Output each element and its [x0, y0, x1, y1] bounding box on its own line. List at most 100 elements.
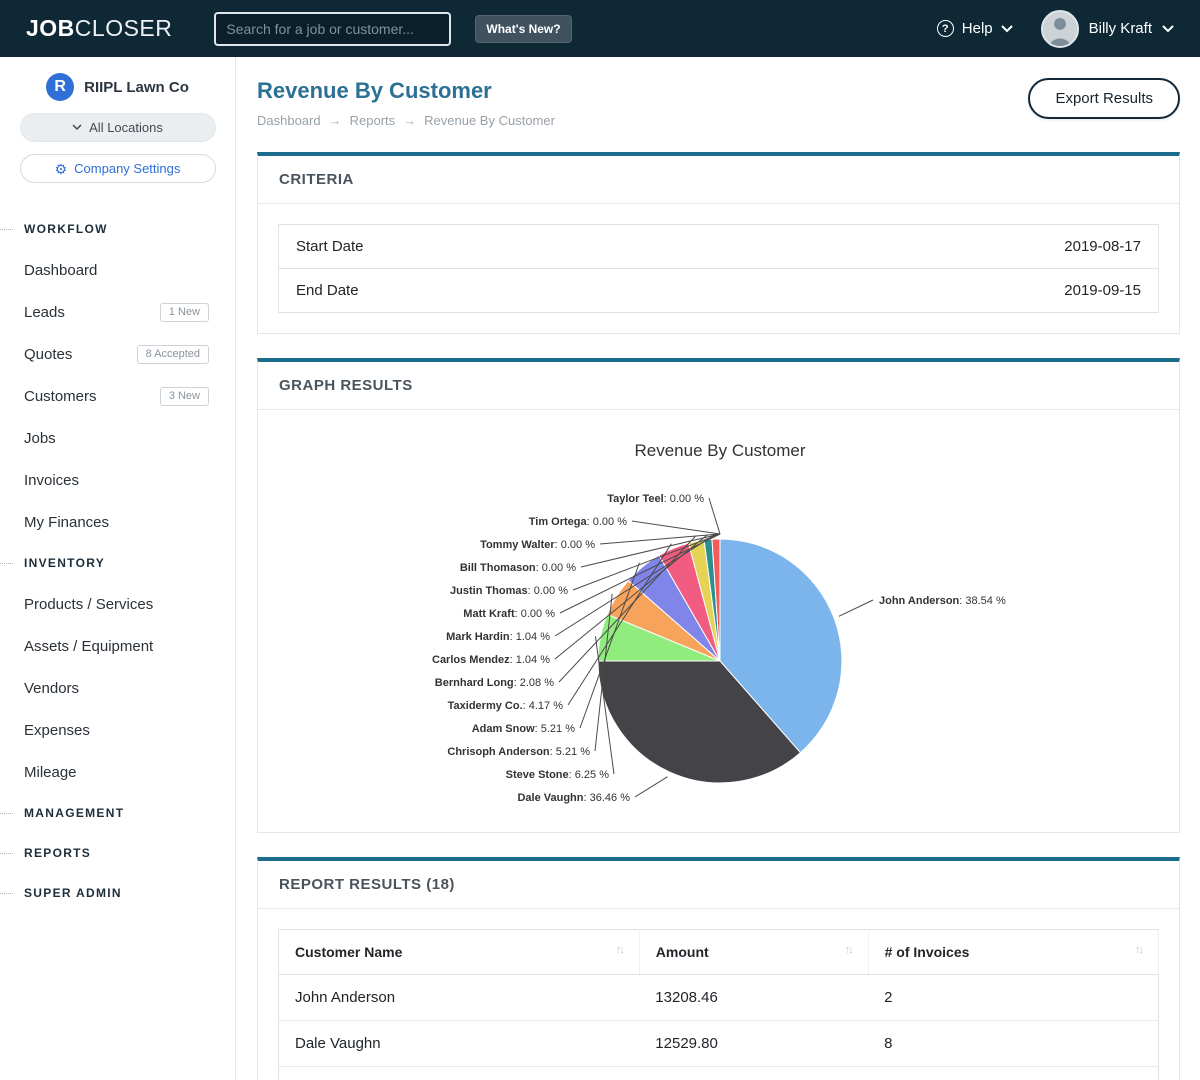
column-header-customer-name[interactable]: Customer Name ↑↓	[279, 930, 640, 975]
sort-icon[interactable]: ↑↓	[1135, 944, 1142, 956]
criteria-row-end-date: End Date2019-09-15	[279, 268, 1158, 312]
company-settings-label: Company Settings	[74, 161, 180, 176]
user-menu[interactable]: Billy Kraft	[1041, 10, 1174, 48]
criteria-label: End Date	[296, 282, 359, 299]
sidebar-item-dashboard[interactable]: Dashboard	[0, 249, 235, 291]
company-logo: R	[46, 73, 74, 101]
graph-card-title: GRAPH RESULTS	[258, 362, 1179, 410]
pie-connector-dale-vaughn	[635, 777, 668, 797]
report-card-title: REPORT RESULTS (18)	[258, 861, 1179, 909]
table-cell: 2	[868, 975, 1158, 1021]
person-icon	[1043, 12, 1077, 46]
table-row[interactable]: Dale Vaughn12529.808	[279, 1021, 1159, 1067]
sidebar-item-assets-equipment[interactable]: Assets / Equipment	[0, 625, 235, 667]
user-name: Billy Kraft	[1089, 20, 1152, 37]
sidebar-section-workflow[interactable]: WORKFLOW	[0, 209, 235, 249]
pie-connector-john-anderson	[839, 600, 873, 616]
company-row: R RIIPL Lawn Co	[0, 73, 235, 101]
logo-light: CLOSER	[75, 15, 173, 41]
graph-card: GRAPH RESULTS Revenue By Customer Taylor …	[257, 358, 1180, 833]
pie-connector-tim-ortega	[632, 521, 720, 534]
sidebar-section-management[interactable]: MANAGEMENT	[0, 793, 235, 833]
help-icon: ?	[937, 20, 954, 37]
pie-label-carlos-mendez: Carlos Mendez: 1.04 %	[432, 654, 550, 666]
breadcrumb-item[interactable]: Reports	[350, 113, 396, 128]
table-cell: 8	[868, 1021, 1158, 1067]
export-results-button[interactable]: Export Results	[1028, 78, 1180, 119]
sort-icon[interactable]: ↑↓	[845, 944, 852, 956]
sidebar-item-jobs[interactable]: Jobs	[0, 417, 235, 459]
column-header-label: # of Invoices	[885, 944, 970, 960]
table-cell: 12529.80	[639, 1021, 868, 1067]
sidebar-item-expenses[interactable]: Expenses	[0, 709, 235, 751]
sidebar-section-reports[interactable]: REPORTS	[0, 833, 235, 873]
sidebar-item-vendors[interactable]: Vendors	[0, 667, 235, 709]
sidebar-section-inventory[interactable]: INVENTORY	[0, 543, 235, 583]
criteria-label: Start Date	[296, 238, 364, 255]
column-header-of-invoices[interactable]: # of Invoices ↑↓	[868, 930, 1158, 975]
criteria-card: CRITERIA Start Date2019-08-17End Date201…	[257, 152, 1180, 334]
pie-label-mark-hardin: Mark Hardin: 1.04 %	[446, 631, 550, 643]
item-badge: 1 New	[160, 303, 209, 322]
pie-connector-taylor-teel	[709, 498, 720, 534]
logo-bold: JOB	[26, 15, 75, 41]
sort-icon[interactable]: ↑↓	[616, 944, 623, 956]
table-cell: 13208.46	[639, 975, 868, 1021]
whats-new-button[interactable]: What's New?	[475, 15, 571, 43]
pie-label-tim-ortega: Tim Ortega: 0.00 %	[529, 516, 627, 528]
breadcrumb-item[interactable]: Revenue By Customer	[424, 113, 555, 128]
sidebar-item-my-finances[interactable]: My Finances	[0, 501, 235, 543]
sidebar-item-invoices[interactable]: Invoices	[0, 459, 235, 501]
company-name: RIIPL Lawn Co	[84, 79, 189, 96]
pie-label-adam-snow: Adam Snow: 5.21 %	[472, 723, 576, 735]
table-cell: Steve Stone	[279, 1067, 640, 1080]
sidebar: R RIIPL Lawn Co All Locations ⚙ Company …	[0, 57, 236, 1080]
pie-label-taylor-teel: Taylor Teel: 0.00 %	[607, 493, 704, 505]
chevron-down-icon	[1162, 25, 1174, 33]
pie-chart: Revenue By Customer Taylor Teel: 0.00 % Ti…	[258, 424, 1182, 828]
breadcrumb-item[interactable]: Dashboard	[257, 113, 321, 128]
pie-label-taxidermy-co: Taxidermy Co.: 4.17 %	[448, 700, 564, 712]
sidebar-nav: WORKFLOWDashboardLeads1 NewQuotes8 Accep…	[0, 209, 235, 913]
sidebar-section-super-admin[interactable]: SUPER ADMIN	[0, 873, 235, 913]
chevron-down-icon	[72, 124, 82, 131]
item-badge: 8 Accepted	[137, 345, 209, 364]
table-cell: 1	[868, 1067, 1158, 1080]
sidebar-item-mileage[interactable]: Mileage	[0, 751, 235, 793]
top-navbar: JOBCLOSER What's New? ? Help Billy Kraft	[0, 0, 1200, 57]
table-cell: 2006.40	[639, 1067, 868, 1080]
sidebar-item-leads[interactable]: Leads1 New	[0, 291, 235, 333]
breadcrumb-separator: →	[329, 113, 342, 128]
column-header-amount[interactable]: Amount↑↓	[639, 930, 868, 975]
column-header-label: Customer Name	[295, 944, 402, 960]
table-cell: John Anderson	[279, 975, 640, 1021]
pie-label-tommy-walter: Tommy Walter: 0.00 %	[480, 539, 595, 551]
criteria-value: 2019-08-17	[1064, 238, 1141, 255]
page-title: Revenue By Customer	[257, 78, 555, 104]
navbar-right: ? Help Billy Kraft	[937, 10, 1200, 48]
table-row[interactable]: Steve Stone2006.401	[279, 1067, 1159, 1080]
app-logo[interactable]: JOBCLOSER	[26, 15, 172, 42]
chart-title: Revenue By Customer	[634, 441, 805, 460]
gear-icon: ⚙	[55, 162, 68, 176]
page-header: Revenue By Customer Dashboard → Reports → Re…	[257, 78, 1180, 128]
criteria-row-start-date: Start Date 2019-08-17	[279, 225, 1158, 268]
pie-label-steve-stone: Steve Stone: 6.25 %	[506, 769, 610, 781]
table-cell: Dale Vaughn	[279, 1021, 640, 1067]
company-settings-button[interactable]: ⚙ Company Settings	[20, 154, 216, 183]
help-menu[interactable]: ? Help	[937, 20, 1013, 37]
sidebar-item-products-services[interactable]: Products / Services	[0, 583, 235, 625]
breadcrumb: Dashboard → Reports → Revenue By Customer	[257, 113, 555, 128]
locations-dropdown[interactable]: All Locations	[20, 113, 216, 142]
report-table: Customer Name↑↓Amount↑↓# of Invoices↑↓ J…	[278, 929, 1159, 1080]
breadcrumb-separator: →	[403, 113, 416, 128]
chevron-down-icon	[1001, 25, 1013, 33]
pie-label-chrisoph-anderson: Chrisoph Anderson: 5.21 %	[447, 746, 590, 758]
sidebar-item-customers[interactable]: Customers3 New	[0, 375, 235, 417]
report-card: REPORT RESULTS (18) Customer Name↑↓Amoun…	[257, 857, 1180, 1080]
table-row[interactable]: John Anderson13208.462	[279, 975, 1159, 1021]
sidebar-item-quotes[interactable]: Quotes8 Accepted	[0, 333, 235, 375]
search-input[interactable]	[214, 12, 451, 46]
item-badge: 3 New	[160, 387, 209, 406]
criteria-rows: Start Date 2019-08-17 End Date2019-09-15	[278, 224, 1159, 313]
